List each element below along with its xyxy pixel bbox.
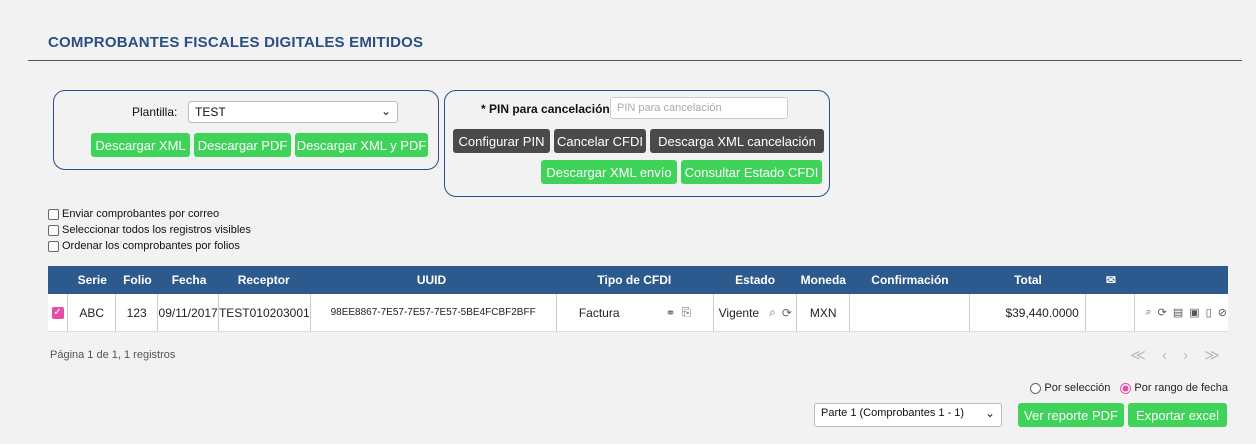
table-header: Serie Folio Fecha Receptor UUID Tipo de … [48,266,1228,294]
check-icon: ✓ [51,306,64,319]
plantilla-select[interactable]: TEST ⌄ [188,101,398,123]
pdf-icon[interactable]: ▣ [1189,306,1199,319]
cell-confirmacion [850,294,970,331]
pin-input[interactable]: PIN para cancelación [610,97,788,119]
cell-uuid: 98EE8867-7E57-7E57-7E57-5BE4FCBF2BFF [311,294,557,331]
download-xml-pdf-button[interactable]: Descargar XML y PDF [295,133,428,157]
header-fecha[interactable]: Fecha [159,266,220,294]
download-xml-button[interactable]: Descargar XML [91,133,190,157]
header-select [48,266,68,294]
pin-label: * PIN para cancelación: [481,102,614,116]
header-uuid[interactable]: UUID [308,266,555,294]
export-excel-button[interactable]: Exportar excel [1128,403,1227,427]
cell-receptor: TEST010203001 [219,294,311,331]
report-radios: Por selección Por rango de fecha [1030,382,1228,394]
checkbox[interactable] [48,208,59,220]
cell-fecha: 09/11/2017 [158,294,219,331]
header-estado[interactable]: Estado [714,266,797,294]
option-select-all[interactable]: Seleccionar todos los registros visibles [48,222,251,238]
cancel-panel: * PIN para cancelación: PIN para cancela… [444,90,830,197]
refresh-icon[interactable]: ⟳ [1158,306,1167,319]
invoices-table: Serie Folio Fecha Receptor UUID Tipo de … [48,266,1228,332]
header-actions [1136,266,1228,294]
search-icon[interactable]: ⌕ [1145,306,1151,319]
page: COMPROBANTES FISCALES DIGITALES EMITIDOS… [0,0,1256,444]
search-document-icon[interactable]: ⌕ [769,305,776,320]
email-check-icon[interactable]: ✉ [1086,266,1136,294]
cell-moneda: MXN [797,294,851,331]
cell-folio: 123 [116,294,159,331]
parte-select[interactable]: Parte 1 (Comprobantes 1 - 1) ⌄ [814,403,1002,427]
options-list: Enviar comprobantes por correo Seleccion… [48,206,251,254]
row-actions: ⌕ ⟳ ▤ ▣ ▯ ⊘ [1135,294,1228,331]
checkbox[interactable] [48,240,59,252]
chevron-down-icon: ⌄ [380,104,391,118]
copy-icon[interactable]: ⎘ [682,305,692,320]
header-total[interactable]: Total [970,266,1086,294]
checkbox[interactable] [48,224,59,236]
download-panel: Plantilla: TEST ⌄ Descargar XML Descarga… [53,90,439,170]
plantilla-label: Plantilla: [132,105,178,119]
configure-pin-button[interactable]: Configurar PIN [453,129,550,153]
block-icon[interactable]: ⊘ [1218,306,1227,319]
radio-por-rango-fecha[interactable] [1120,382,1132,394]
header-serie[interactable]: Serie [68,266,116,294]
download-cancel-xml-button[interactable]: Descarga XML cancelación [650,129,824,153]
title-divider [28,60,1242,61]
cell-serie: ABC [68,294,117,331]
download-pdf-button[interactable]: Descargar PDF [194,133,291,157]
header-folio[interactable]: Folio [116,266,158,294]
file-icon[interactable]: ▯ [1206,306,1212,319]
chevron-down-icon: ⌄ [984,406,995,420]
pager-text: Página 1 de 1, 1 registros [50,349,176,361]
header-receptor[interactable]: Receptor [219,266,308,294]
header-confirmacion[interactable]: Confirmación [850,266,970,294]
pager-nav[interactable]: ≪ ‹ › ≫ [1130,346,1226,364]
radio-por-seleccion[interactable] [1030,382,1042,394]
refresh-icon[interactable]: ⟳ [782,306,792,320]
header-moneda[interactable]: Moneda [797,266,850,294]
cancel-cfdi-button[interactable]: Cancelar CFDI [554,129,646,153]
view-pdf-report-button[interactable]: Ver reporte PDF [1018,403,1124,427]
option-order-folio[interactable]: Ordenar los comprobantes por folios [48,238,251,254]
page-title: COMPROBANTES FISCALES DIGITALES EMITIDOS [48,34,424,51]
link-icon[interactable]: ⚭ [666,306,676,320]
row-checkbox[interactable]: ✓ [48,294,69,331]
cell-estado: Vigente ⌕ ⟳ [714,294,798,331]
cell-tipo: Factura ⚭ ⎘ [557,294,715,331]
header-tipo[interactable]: Tipo de CFDI [555,266,714,294]
check-cfdi-status-button[interactable]: Consultar Estado CFDI [681,160,822,184]
table-row: ✓ ABC 123 09/11/2017 TEST010203001 98EE8… [48,294,1228,332]
download-xml-send-button[interactable]: Descargar XML envío [541,160,677,184]
cell-total: $39,440.0000 [970,294,1086,331]
cell-blank [1086,294,1136,331]
option-email[interactable]: Enviar comprobantes por correo [48,206,251,222]
document-icon[interactable]: ▤ [1173,306,1183,319]
